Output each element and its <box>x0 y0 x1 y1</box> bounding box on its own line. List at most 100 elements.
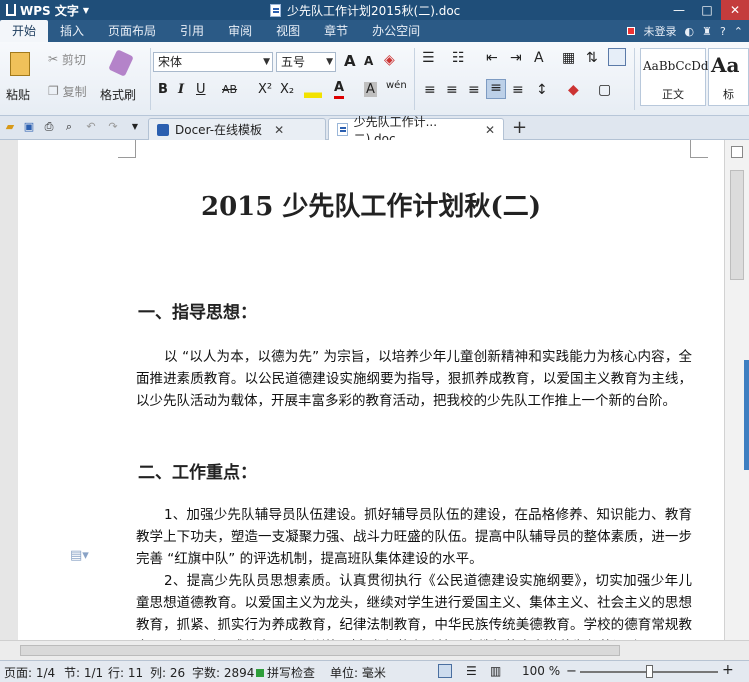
zoom-level[interactable]: 100 % <box>522 664 560 678</box>
font-color-button[interactable]: A <box>334 80 345 99</box>
tab-review[interactable]: 审阅 <box>216 20 264 42</box>
char-shading-button[interactable]: A <box>364 82 377 97</box>
table-icon[interactable]: ▦ <box>562 50 575 66</box>
superscript-button[interactable]: X² <box>258 82 272 97</box>
shirt-icon[interactable]: ♜ <box>702 25 712 38</box>
chevron-down-icon[interactable]: ▼ <box>128 120 142 134</box>
shrink-font-button[interactable]: A <box>364 54 373 68</box>
strikethrough-button[interactable]: AB <box>222 83 237 96</box>
bold-button[interactable]: B <box>158 82 168 97</box>
tab-office-space[interactable]: 办公空间 <box>360 20 432 42</box>
align-right-icon[interactable]: ≡ <box>468 82 480 98</box>
grow-font-button[interactable]: A <box>344 52 356 70</box>
horizontal-scrollbar[interactable] <box>0 640 749 660</box>
redo-icon[interactable]: ↷ <box>106 120 120 134</box>
underline-button[interactable]: U <box>196 82 206 97</box>
crop-mark <box>118 140 136 158</box>
divider <box>634 48 635 110</box>
help-icon[interactable]: ? <box>720 25 726 38</box>
scroll-thumb[interactable] <box>730 170 744 280</box>
decrease-indent-icon[interactable]: ⇤ <box>486 50 498 66</box>
zoom-slider-thumb[interactable] <box>646 665 653 678</box>
undo-icon[interactable]: ↶ <box>84 120 98 134</box>
page-up-icon[interactable] <box>731 146 743 158</box>
show-marks-icon[interactable] <box>608 48 626 66</box>
status-unit[interactable]: 单位: 毫米 <box>330 664 386 681</box>
zoom-in-button[interactable]: + <box>722 662 734 678</box>
status-word-count[interactable]: 字数: 2894 <box>192 664 254 681</box>
style-heading[interactable]: Aa 标 <box>708 48 749 106</box>
print-preview-icon[interactable]: ⌕ <box>62 120 76 134</box>
tab-page-layout[interactable]: 页面布局 <box>96 20 168 42</box>
document-page[interactable]: 2015 少先队工作计划秋(二) 一、指导思想： 以 “以人为本，以德为先” 为… <box>18 140 724 660</box>
app-menu-button[interactable]: WPS 文字 ▼ <box>0 0 95 20</box>
spellcheck-toggle[interactable]: 拼写检查 <box>256 664 315 681</box>
page-view-icon[interactable] <box>438 664 452 678</box>
bullet-list-icon[interactable]: ☰ <box>422 50 435 66</box>
justify-icon[interactable]: ≡ <box>486 79 506 99</box>
numbered-list-icon[interactable]: ☷ <box>452 50 465 66</box>
style-heading-sample: Aa <box>711 53 740 77</box>
tab-home[interactable]: 开始 <box>0 20 49 42</box>
tab-references[interactable]: 引用 <box>168 20 216 42</box>
web-view-icon[interactable]: ▥ <box>490 664 501 678</box>
subscript-button[interactable]: X₂ <box>280 82 294 97</box>
align-center-icon[interactable]: ≡ <box>446 82 458 98</box>
paste-button[interactable]: 粘贴 <box>4 48 38 108</box>
close-tab-icon[interactable]: ✕ <box>485 123 495 137</box>
open-folder-icon[interactable]: ▰ <box>3 120 17 134</box>
tab-insert[interactable]: 插入 <box>48 20 96 42</box>
tab-docer-templates[interactable]: Docer-在线模板 ✕ <box>148 118 326 140</box>
document-icon <box>337 123 348 136</box>
increase-indent-icon[interactable]: ⇥ <box>510 50 522 66</box>
maximize-button[interactable]: □ <box>693 0 721 20</box>
font-name-select[interactable]: 宋体 ▼ <box>153 52 273 72</box>
style-normal[interactable]: AaBbCcDd 正文 <box>640 48 709 106</box>
clear-format-icon[interactable]: ◈ <box>384 52 395 68</box>
shading-icon[interactable]: ◆ <box>568 82 579 98</box>
status-page[interactable]: 页面: 1/4 <box>4 664 55 681</box>
save-icon[interactable]: ▣ <box>22 120 36 134</box>
close-button[interactable]: ✕ <box>721 0 749 20</box>
format-painter-button[interactable]: 格式刷 <box>100 48 146 108</box>
phonetic-guide-icon[interactable]: wén <box>386 80 407 91</box>
close-tab-icon[interactable]: ✕ <box>274 123 284 137</box>
divider <box>150 48 151 110</box>
tab-chapter[interactable]: 章节 <box>312 20 360 42</box>
font-size-select[interactable]: 五号 ▼ <box>276 52 336 72</box>
collapse-ribbon-icon[interactable]: ⌃ <box>734 25 743 38</box>
vertical-scrollbar[interactable] <box>724 140 749 660</box>
tab-templates-label: Docer-在线模板 <box>175 123 263 137</box>
zoom-out-button[interactable]: − <box>566 664 577 679</box>
document-tab-strip: ▰ ▣ ⎙ ⌕ ↶ ↷ ▼ Docer-在线模板 ✕ 少先队工作计...二).d… <box>0 115 749 146</box>
highlight-icon[interactable] <box>304 80 322 98</box>
paste-label: 粘贴 <box>6 88 31 102</box>
status-column: 列: 26 <box>150 666 186 680</box>
tab-view[interactable]: 视图 <box>264 20 312 42</box>
tab-current-document[interactable]: 少先队工作计...二).doc ✕ <box>328 115 504 146</box>
section-heading: 一、指导思想： <box>138 303 257 323</box>
spellcheck-label: 拼写检查 <box>267 666 316 680</box>
style-heading-label: 标 <box>723 88 734 101</box>
side-panel-handle[interactable] <box>744 360 749 470</box>
italic-button[interactable]: I <box>178 82 184 97</box>
new-tab-button[interactable]: + <box>512 117 527 138</box>
cut-button[interactable]: ✂ 剪切 <box>48 50 86 68</box>
paragraph-layout-icon[interactable]: ▤▾ <box>70 548 89 563</box>
skin-icon[interactable]: ◐ <box>684 25 694 38</box>
scroll-thumb[interactable] <box>20 645 620 656</box>
outline-view-icon[interactable]: ☰ <box>466 664 477 678</box>
text-direction-icon[interactable]: A <box>534 50 544 66</box>
sort-icon[interactable]: ⇅ <box>586 50 598 66</box>
login-link[interactable]: 未登录 <box>643 23 676 39</box>
copy-button[interactable]: ❐ 复制 <box>48 82 87 100</box>
chevron-down-icon: ▼ <box>263 57 270 67</box>
window-title-text: 少先队工作计划2015秋(二).doc <box>287 3 461 18</box>
print-icon[interactable]: ⎙ <box>42 120 56 134</box>
style-normal-sample: AaBbCcDd <box>643 59 709 73</box>
line-spacing-icon[interactable]: ↕ <box>536 82 548 98</box>
align-left-icon[interactable]: ≡ <box>424 82 436 98</box>
borders-icon[interactable]: ▢ <box>598 82 611 98</box>
distributed-icon[interactable]: ≡ <box>512 82 524 98</box>
minimize-button[interactable]: — <box>665 0 693 20</box>
